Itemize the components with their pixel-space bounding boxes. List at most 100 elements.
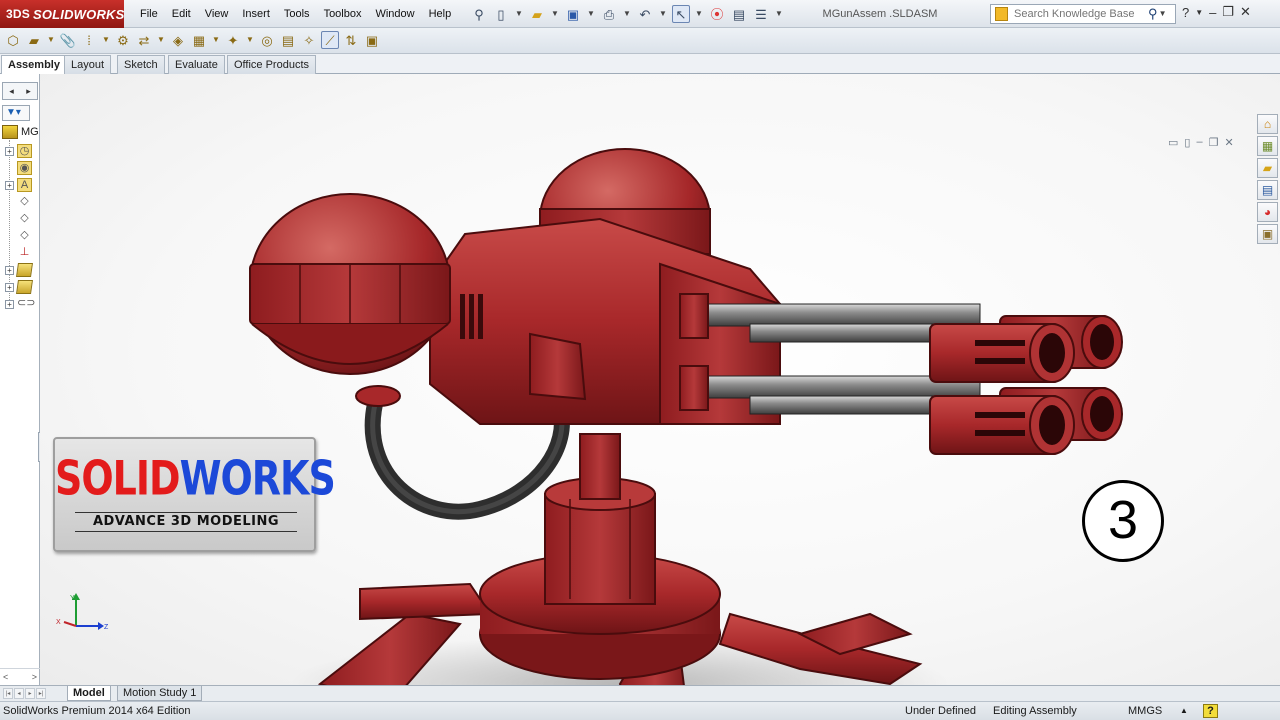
rebuild-traffic-light-icon[interactable]: ⦿ <box>708 5 726 23</box>
options-icon[interactable]: ☰ <box>752 5 770 23</box>
open-folder-icon[interactable]: ▰ <box>528 5 546 23</box>
search-box[interactable]: ⚲ ▼ <box>990 4 1176 24</box>
menu-toolbox[interactable]: Toolbox <box>317 8 369 20</box>
design-library-icon[interactable]: ▦ <box>1257 136 1278 156</box>
scroll-right-icon[interactable]: > <box>32 669 37 685</box>
tree-item-part-2[interactable]: + <box>5 280 33 294</box>
tab-model[interactable]: Model <box>67 686 111 701</box>
close-document-icon[interactable]: ✕ <box>1224 136 1233 149</box>
tab-assembly[interactable]: Assembly <box>1 55 67 75</box>
solidworks-logo[interactable]: 3DS SOLIDWORKS <box>0 0 124 28</box>
prev-tab-icon[interactable]: ◂ <box>14 688 24 699</box>
tree-item-part-1[interactable]: + <box>5 263 33 277</box>
expand-icon[interactable]: + <box>5 146 14 156</box>
help-icon[interactable]: ? <box>1182 5 1189 20</box>
menu-view[interactable]: View <box>198 8 236 20</box>
expand-icon[interactable]: + <box>5 265 14 275</box>
chevron-down-icon[interactable]: ▼ <box>1158 5 1168 23</box>
tree-item-front-plane[interactable]: +◇ <box>5 195 32 209</box>
tree-item-annotations[interactable]: + A <box>5 178 32 192</box>
new-document-icon[interactable]: ▯ <box>492 5 510 23</box>
minimize-icon[interactable]: – <box>1209 5 1216 20</box>
smart-fasteners-icon[interactable]: ⚙ <box>114 31 132 49</box>
chevron-down-icon[interactable]: ▼ <box>211 31 221 49</box>
restore-icon[interactable]: ❐ <box>1222 4 1234 20</box>
tile-vertical-icon[interactable]: ▯ <box>1184 136 1190 149</box>
assembly-features-icon[interactable]: ▦ <box>190 31 208 49</box>
restore-document-icon[interactable]: ❐ <box>1209 136 1219 149</box>
tree-item-right-plane[interactable]: +◇ <box>5 229 32 243</box>
chevron-down-icon[interactable]: ▼ <box>586 5 596 23</box>
tile-horizontal-icon[interactable]: ▭ <box>1168 136 1178 149</box>
pane-scrollbar[interactable]: < > <box>0 668 40 685</box>
close-icon[interactable]: ✕ <box>1240 4 1251 20</box>
component-pattern-icon[interactable]: ⁞ <box>80 31 98 49</box>
tab-layout[interactable]: Layout <box>64 55 112 74</box>
custom-properties-icon[interactable]: ▣ <box>1257 224 1278 244</box>
new-motion-study-icon[interactable]: ◎ <box>258 31 276 49</box>
exploded-view-icon[interactable]: ✧ <box>300 31 318 49</box>
tab-office-products[interactable]: Office Products <box>227 55 316 74</box>
menu-window[interactable]: Window <box>368 8 421 20</box>
insert-components-icon[interactable]: ▰ <box>25 31 43 49</box>
menu-file[interactable]: File <box>133 8 165 20</box>
file-explorer-icon[interactable]: ▰ <box>1257 158 1278 178</box>
pane-left-arrow-icon[interactable]: ◂ <box>3 83 20 99</box>
expand-icon[interactable]: + <box>5 282 14 292</box>
menu-insert[interactable]: Insert <box>235 8 277 20</box>
tree-item-mates[interactable]: + ⊂⊃ <box>5 297 35 311</box>
tree-item-sensors[interactable]: +◉ <box>5 161 32 175</box>
chevron-down-icon[interactable]: ▼ <box>658 5 668 23</box>
menu-edit[interactable]: Edit <box>165 8 198 20</box>
reference-geometry-icon[interactable]: ✦ <box>224 31 242 49</box>
expand-icon[interactable]: + <box>5 180 14 190</box>
search-icon[interactable]: ⚲ <box>1148 6 1158 22</box>
last-tab-icon[interactable]: ▸| <box>36 688 46 699</box>
chevron-down-icon[interactable]: ▼ <box>622 5 632 23</box>
filter-icon[interactable]: ▼▾ <box>2 105 30 121</box>
chevron-down-icon[interactable]: ▼ <box>101 31 111 49</box>
reference-triad[interactable]: X Y Z <box>56 592 110 634</box>
chevron-down-icon[interactable]: ▼ <box>46 31 56 49</box>
tree-root[interactable]: MG <box>2 125 39 139</box>
expand-icon[interactable]: + <box>5 299 14 309</box>
status-units[interactable]: MMGS <box>1128 702 1162 720</box>
tab-evaluate[interactable]: Evaluate <box>168 55 225 74</box>
print-icon[interactable]: ⎙ <box>600 5 618 23</box>
save-icon[interactable]: ▣ <box>564 5 582 23</box>
instant3d-icon[interactable]: ⟋ <box>321 31 339 49</box>
minimize-document-icon[interactable]: – <box>1196 136 1202 149</box>
chevron-down-icon[interactable]: ▼ <box>1195 8 1203 17</box>
chevron-down-icon[interactable]: ▼ <box>514 5 524 23</box>
graphics-area[interactable]: ▭ ▯ – ❐ ✕ SOLIDWORKS ADVANCE 3D MODELING… <box>40 74 1280 685</box>
units-chevron-icon[interactable]: ▲ <box>1180 702 1188 720</box>
help-status-icon[interactable]: ? <box>1203 704 1218 718</box>
scroll-left-icon[interactable]: < <box>3 669 8 685</box>
tab-motion-study-1[interactable]: Motion Study 1 <box>117 686 203 701</box>
gatling-turret-model[interactable] <box>240 144 1140 685</box>
appearances-icon[interactable]: ◕ <box>1257 202 1278 222</box>
pane-right-arrow-icon[interactable]: ▸ <box>20 83 37 99</box>
file-properties-icon[interactable]: ▤ <box>730 5 748 23</box>
show-hidden-components-icon[interactable]: ◈ <box>169 31 187 49</box>
chevron-down-icon[interactable]: ▼ <box>694 5 704 23</box>
tree-item-top-plane[interactable]: +◇ <box>5 212 32 226</box>
menu-tools[interactable]: Tools <box>277 8 317 20</box>
select-arrow-icon[interactable]: ↖ <box>672 5 690 23</box>
next-tab-icon[interactable]: ▸ <box>25 688 35 699</box>
bill-of-materials-icon[interactable]: ▤ <box>279 31 297 49</box>
mate-icon[interactable]: 📎 <box>59 31 77 49</box>
move-component-icon[interactable]: ⇄ <box>135 31 153 49</box>
undo-icon[interactable]: ↶ <box>636 5 654 23</box>
chevron-down-icon[interactable]: ▼ <box>550 5 560 23</box>
chevron-down-icon[interactable]: ▼ <box>774 5 784 23</box>
view-palette-icon[interactable]: ▤ <box>1257 180 1278 200</box>
menu-help[interactable]: Help <box>422 8 459 20</box>
edit-component-icon[interactable]: ⬡ <box>4 31 22 49</box>
tree-item-origin[interactable]: +⊥ <box>5 246 32 260</box>
tab-sketch[interactable]: Sketch <box>117 55 165 74</box>
tree-item-history[interactable]: + ◷ <box>5 144 32 158</box>
search-input[interactable] <box>1014 8 1146 20</box>
first-tab-icon[interactable]: |◂ <box>3 688 13 699</box>
chevron-down-icon[interactable]: ▼ <box>156 31 166 49</box>
